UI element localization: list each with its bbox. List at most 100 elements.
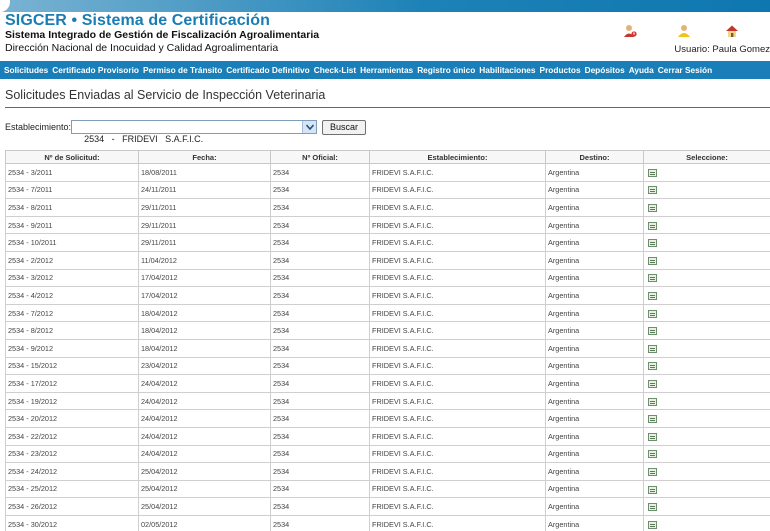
user-label: Usuario: Paula Gomez: [674, 44, 770, 55]
select-document-icon[interactable]: [648, 309, 657, 318]
select-document-icon[interactable]: [648, 503, 657, 512]
nav-ayuda[interactable]: Ayuda: [629, 65, 654, 75]
nav-solicitudes[interactable]: Solicitudes: [4, 65, 48, 75]
table-row: 2534 - 25/2012 25/04/2012 2534 FRIDEVI S.A.…: [5, 479, 770, 499]
table-row: 2534 - 7/2011 24/11/2011 2534 FRIDEVI S.A.F…: [5, 180, 770, 200]
nav-depositos[interactable]: Depósitos: [585, 65, 625, 75]
cell-establecimiento: FRIDEVI S.A.F.I.C.: [369, 514, 546, 531]
cell-solicitud: 2534 - 9/2011: [5, 215, 139, 235]
cell-solicitud: 2534 - 8/2011: [5, 198, 139, 217]
cell-fecha: 18/08/2011: [138, 163, 271, 182]
cell-establecimiento: FRIDEVI S.A.F.I.C.: [369, 444, 546, 464]
select-document-icon[interactable]: [648, 520, 657, 529]
col-header-fecha: Fecha:: [138, 150, 271, 164]
cell-oficial: 2534: [270, 444, 370, 464]
cell-solicitud: 2534 - 9/2012: [5, 338, 139, 358]
chevron-down-icon[interactable]: [302, 121, 317, 133]
table-row: 2534 - 22/2012 24/04/2012 2534 FRIDEVI S.A.…: [5, 426, 770, 446]
cell-seleccione: [643, 374, 770, 393]
cell-oficial: 2534: [270, 286, 370, 305]
app-header: SIGCER • Sistema de Certificación Sistem…: [0, 12, 770, 59]
cell-seleccione: [643, 321, 770, 340]
user-icon[interactable]: [677, 24, 691, 38]
cell-fecha: 02/05/2012: [138, 514, 271, 531]
cell-establecimiento: FRIDEVI S.A.F.I.C.: [369, 426, 546, 446]
cell-oficial: 2534: [270, 462, 370, 481]
cell-solicitud: 2534 - 4/2012: [5, 286, 139, 305]
cell-solicitud: 2534 - 8/2012: [5, 321, 139, 340]
select-document-icon[interactable]: [648, 256, 657, 265]
cell-oficial: 2534: [270, 250, 370, 270]
select-document-icon[interactable]: [648, 168, 657, 177]
cell-fecha: 18/04/2012: [138, 338, 271, 358]
cell-destino: Argentina: [545, 391, 644, 411]
cell-oficial: 2534: [270, 303, 370, 323]
nav-certificado-definitivo[interactable]: Certificado Definitivo: [226, 65, 309, 75]
cell-fecha: 24/04/2012: [138, 374, 271, 393]
cell-establecimiento: FRIDEVI S.A.F.I.C.: [369, 462, 546, 481]
cell-oficial: 2534: [270, 514, 370, 531]
table-row: 2534 - 19/2012 24/04/2012 2534 FRIDEVI S.A.…: [5, 391, 770, 411]
select-document-icon[interactable]: [648, 344, 657, 353]
cell-destino: Argentina: [545, 198, 644, 217]
cell-fecha: 17/04/2012: [138, 286, 271, 305]
select-document-icon[interactable]: [648, 432, 657, 441]
cell-fecha: 18/04/2012: [138, 321, 271, 340]
nav-habilitaciones[interactable]: Habilitaciones: [479, 65, 535, 75]
cell-destino: Argentina: [545, 180, 644, 200]
cell-establecimiento: FRIDEVI S.A.F.I.C.: [369, 391, 546, 411]
cell-solicitud: 2534 - 10/2011: [5, 233, 139, 252]
select-document-icon[interactable]: [648, 362, 657, 371]
select-document-icon[interactable]: [648, 379, 657, 388]
cell-establecimiento: FRIDEVI S.A.F.I.C.: [369, 497, 546, 516]
nav-productos[interactable]: Productos: [540, 65, 581, 75]
select-document-icon[interactable]: [648, 221, 657, 230]
select-document-icon[interactable]: [648, 291, 657, 300]
select-document-icon[interactable]: [648, 239, 657, 248]
cell-fecha: 24/04/2012: [138, 444, 271, 464]
select-document-icon[interactable]: [648, 450, 657, 459]
nav-herramientas[interactable]: Herramientas: [360, 65, 413, 75]
select-document-icon[interactable]: [648, 274, 657, 283]
cell-destino: Argentina: [545, 409, 644, 428]
establecimiento-select[interactable]: 2534 - FRIDEVI S.A.F.I.C.: [71, 120, 318, 144]
nav-check-list[interactable]: Check-List: [314, 65, 356, 75]
table-row: 2534 - 9/2012 18/04/2012 2534 FRIDEVI S.A.F…: [5, 338, 770, 358]
nav-registro-unico[interactable]: Registro único: [417, 65, 475, 75]
establecimiento-label: Establecimiento:: [5, 122, 72, 132]
cell-destino: Argentina: [545, 286, 644, 305]
cell-solicitud: 2534 - 17/2012: [5, 374, 139, 393]
cell-fecha: 29/11/2011: [138, 198, 271, 217]
page-title: Solicitudes Enviadas al Servicio de Insp…: [5, 88, 326, 102]
table-row: 2534 - 30/2012 02/05/2012 2534 FRIDEVI S.A.…: [5, 514, 770, 531]
cell-destino: Argentina: [545, 233, 644, 252]
cell-solicitud: 2534 - 24/2012: [5, 462, 139, 481]
user-alert-icon[interactable]: [623, 24, 637, 38]
cell-fecha: 18/04/2012: [138, 303, 271, 323]
select-document-icon[interactable]: [648, 467, 657, 476]
home-icon[interactable]: [725, 24, 739, 38]
select-document-icon[interactable]: [648, 327, 657, 336]
select-document-icon[interactable]: [648, 397, 657, 406]
cell-fecha: 24/04/2012: [138, 426, 271, 446]
cell-solicitud: 2534 - 23/2012: [5, 444, 139, 464]
buscar-button[interactable]: Buscar: [322, 119, 367, 135]
select-document-icon[interactable]: [648, 204, 657, 213]
cell-destino: Argentina: [545, 338, 644, 358]
cell-establecimiento: FRIDEVI S.A.F.I.C.: [369, 374, 546, 393]
nav-certificado-provisorio[interactable]: Certificado Provisorio: [52, 65, 139, 75]
cell-establecimiento: FRIDEVI S.A.F.I.C.: [369, 233, 546, 252]
select-document-icon[interactable]: [648, 485, 657, 494]
cell-seleccione: [643, 303, 770, 323]
cell-destino: Argentina: [545, 374, 644, 393]
cell-destino: Argentina: [545, 303, 644, 323]
cell-destino: Argentina: [545, 321, 644, 340]
cell-fecha: 11/04/2012: [138, 250, 271, 270]
nav-cerrar-sesion[interactable]: Cerrar Sesión: [658, 65, 712, 75]
select-document-icon[interactable]: [648, 415, 657, 424]
select-document-icon[interactable]: [648, 186, 657, 195]
nav-permiso-transito[interactable]: Permiso de Tránsito: [143, 65, 222, 75]
cell-fecha: 23/04/2012: [138, 356, 271, 376]
cell-destino: Argentina: [545, 356, 644, 376]
cell-oficial: 2534: [270, 233, 370, 252]
